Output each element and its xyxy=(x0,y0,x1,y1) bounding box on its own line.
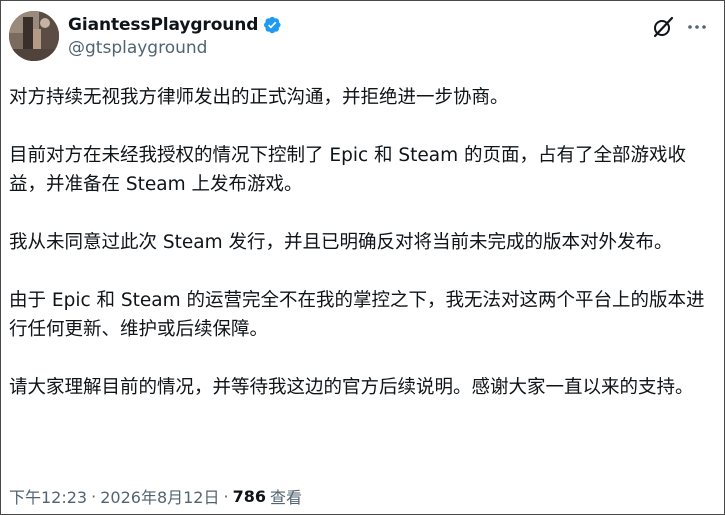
tweet-date[interactable]: 2026年8月12日 xyxy=(100,484,219,508)
meta-separator: · xyxy=(223,486,229,506)
tweet-text: 对方持续无视我方律师发出的正式沟通，并拒绝进一步协商。 目前对方在未经我授权的情… xyxy=(9,83,711,402)
meta-separator: · xyxy=(91,486,97,506)
author-handle[interactable]: @gtsplayground xyxy=(68,38,207,58)
tweet-paragraph: 对方持续无视我方律师发出的正式沟通，并拒绝进一步协商。 xyxy=(9,87,509,108)
tweet-card: GiantessPlayground @gtsplayground 对方持续无视… xyxy=(0,0,725,515)
more-icon[interactable] xyxy=(685,15,709,39)
author-name-row: GiantessPlayground xyxy=(68,13,282,37)
avatar[interactable] xyxy=(9,11,59,61)
tweet-paragraph: 我从未同意过此次 Steam 发行，并且已明确反对将当前未完成的版本对外发布。 xyxy=(9,232,673,253)
tweet-paragraph: 由于 Epic 和 Steam 的运营完全不在我的掌控之下，我无法对这两个平台上… xyxy=(9,290,705,340)
tweet-paragraph: 请大家理解目前的情况，并等待我这边的官方后续说明。感谢大家一直以来的支持。 xyxy=(9,377,694,398)
author-display-name[interactable]: GiantessPlayground xyxy=(68,15,258,35)
verified-badge-icon xyxy=(262,15,282,35)
tweet-time[interactable]: 下午12:23 xyxy=(9,484,87,508)
tweet-paragraph: 目前对方在未经我授权的情况下控制了 Epic 和 Steam 的页面，占有了全部… xyxy=(9,145,687,195)
views-label: 查看 xyxy=(269,488,302,507)
grok-icon[interactable] xyxy=(651,15,675,39)
tweet-meta: 下午12:23 · 2026年8月12日 · 786 查看 xyxy=(9,484,302,508)
views-count[interactable]: 786 xyxy=(233,487,266,506)
